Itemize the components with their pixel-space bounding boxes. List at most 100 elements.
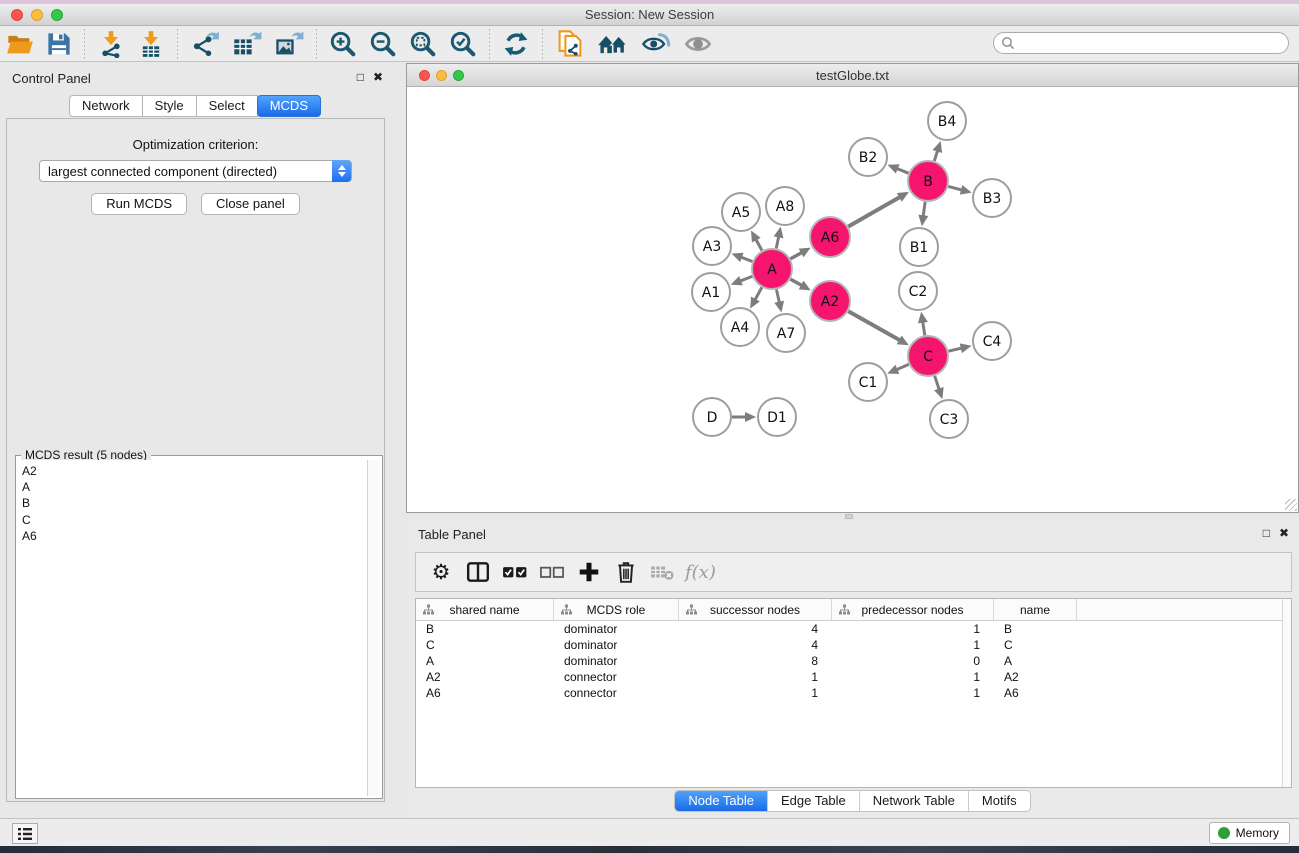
- table-cell[interactable]: dominator: [554, 621, 679, 637]
- graph-edge-A-A1[interactable]: [739, 276, 752, 281]
- zoom-selected-button[interactable]: [443, 28, 483, 60]
- window-resize-grip[interactable]: [1285, 499, 1297, 511]
- table-cell[interactable]: B: [994, 621, 1077, 637]
- graph-edge-A6-B[interactable]: [848, 196, 901, 226]
- export-image-button[interactable]: [268, 28, 310, 60]
- table-cell[interactable]: C: [416, 637, 554, 653]
- table-cell[interactable]: 1: [832, 669, 994, 685]
- memory-button[interactable]: Memory: [1209, 822, 1290, 844]
- open-session-button[interactable]: [0, 28, 40, 60]
- table-row[interactable]: Adominator80A: [416, 653, 1291, 669]
- graph-node-B[interactable]: B: [908, 161, 948, 201]
- show-tasks-button[interactable]: [12, 823, 38, 844]
- graph-node-A7[interactable]: A7: [767, 314, 805, 352]
- graph-node-A6[interactable]: A6: [810, 217, 850, 257]
- zoom-fit-button[interactable]: [403, 28, 443, 60]
- close-panel-icon[interactable]: ✖: [373, 70, 383, 84]
- graph-node-B1[interactable]: B1: [900, 228, 938, 266]
- table-cell[interactable]: A6: [416, 685, 554, 701]
- close-panel-button[interactable]: Close panel: [201, 193, 300, 215]
- result-list-item[interactable]: A2: [22, 463, 363, 479]
- tab-mcds[interactable]: MCDS: [257, 95, 321, 117]
- tab-network-table[interactable]: Network Table: [859, 791, 968, 811]
- delete-column-button[interactable]: [611, 557, 641, 587]
- table-cell[interactable]: 1: [832, 621, 994, 637]
- table-cell[interactable]: 1: [832, 637, 994, 653]
- column-header-shared-name[interactable]: shared name: [416, 599, 554, 620]
- graph-edge-B-B1[interactable]: [923, 202, 925, 217]
- graph-edge-C-C2[interactable]: [923, 321, 925, 336]
- close-panel-icon[interactable]: ✖: [1279, 526, 1289, 540]
- result-scrollbar[interactable]: [367, 460, 380, 796]
- result-list-item[interactable]: A: [22, 479, 363, 495]
- graph-edge-A-A5[interactable]: [755, 238, 762, 250]
- tab-style[interactable]: Style: [142, 95, 197, 117]
- result-list-item[interactable]: B: [22, 495, 363, 511]
- tab-node-table[interactable]: Node Table: [675, 791, 767, 811]
- graph-edge-C-C1[interactable]: [896, 364, 909, 370]
- column-header-predecessor-nodes[interactable]: predecessor nodes: [832, 599, 994, 620]
- mcds-result-list[interactable]: A2ABCA6: [18, 460, 367, 796]
- save-session-button[interactable]: [40, 28, 78, 60]
- run-mcds-button[interactable]: Run MCDS: [91, 193, 187, 215]
- graph-edge-A2-C[interactable]: [848, 311, 901, 341]
- tab-motifs[interactable]: Motifs: [968, 791, 1030, 811]
- table-cell[interactable]: dominator: [554, 637, 679, 653]
- graph-node-C1[interactable]: C1: [849, 363, 887, 401]
- table-cell[interactable]: B: [416, 621, 554, 637]
- graph-node-B2[interactable]: B2: [849, 138, 887, 176]
- graph-edge-C-C3[interactable]: [935, 376, 940, 391]
- table-cell[interactable]: A2: [994, 669, 1077, 685]
- graph-node-A[interactable]: A: [752, 249, 792, 289]
- graph-node-C3[interactable]: C3: [930, 400, 968, 438]
- table-cell[interactable]: 1: [832, 685, 994, 701]
- graph-node-A8[interactable]: A8: [766, 187, 804, 225]
- show-columns-button[interactable]: [463, 557, 493, 587]
- table-cell[interactable]: A: [416, 653, 554, 669]
- graph-node-A3[interactable]: A3: [693, 227, 731, 265]
- table-row[interactable]: Bdominator41B: [416, 621, 1291, 637]
- graph-node-A4[interactable]: A4: [721, 308, 759, 346]
- result-list-item[interactable]: C: [22, 512, 363, 528]
- refresh-button[interactable]: [496, 28, 536, 60]
- table-cell[interactable]: C: [994, 637, 1077, 653]
- graph-edge-A-A2[interactable]: [790, 279, 802, 286]
- home-button[interactable]: [591, 28, 635, 60]
- graph-node-A2[interactable]: A2: [810, 281, 850, 321]
- table-cell[interactable]: dominator: [554, 653, 679, 669]
- table-row[interactable]: Cdominator41C: [416, 637, 1291, 653]
- column-header-name[interactable]: name: [994, 599, 1077, 620]
- import-network-button[interactable]: [91, 28, 131, 60]
- table-cell[interactable]: 8: [679, 653, 832, 669]
- column-header-successor-nodes[interactable]: successor nodes: [679, 599, 832, 620]
- search-input[interactable]: [1015, 34, 1288, 52]
- table-cell[interactable]: A2: [416, 669, 554, 685]
- tab-network[interactable]: Network: [69, 95, 143, 117]
- table-settings-gear-icon[interactable]: ⚙: [426, 557, 456, 587]
- table-row[interactable]: A6connector11A6: [416, 685, 1291, 701]
- graph-node-D[interactable]: D: [693, 398, 731, 436]
- select-stepper-icon[interactable]: [332, 160, 351, 182]
- import-table-button[interactable]: [131, 28, 171, 60]
- column-header-MCDS-role[interactable]: MCDS role: [554, 599, 679, 620]
- graph-node-C[interactable]: C: [908, 336, 948, 376]
- tab-select[interactable]: Select: [196, 95, 258, 117]
- network-canvas[interactable]: B4B2BB3A8A5A6A3B1AA1C2A2A4A7C4CC1C3DD1: [407, 87, 1298, 512]
- graph-node-D1[interactable]: D1: [758, 398, 796, 436]
- table-cell[interactable]: 1: [679, 685, 832, 701]
- graph-node-B4[interactable]: B4: [928, 102, 966, 140]
- table-cell[interactable]: connector: [554, 685, 679, 701]
- export-network-button[interactable]: [184, 28, 226, 60]
- splitter-handle[interactable]: [845, 514, 853, 519]
- criterion-select[interactable]: largest connected component (directed): [39, 160, 352, 182]
- search-field[interactable]: [993, 32, 1289, 54]
- hide-graphics-details-button[interactable]: [677, 28, 719, 60]
- table-cell[interactable]: 1: [679, 669, 832, 685]
- graph-node-B3[interactable]: B3: [973, 179, 1011, 217]
- zoom-out-button[interactable]: [363, 28, 403, 60]
- result-list-item[interactable]: A6: [22, 528, 363, 544]
- table-row[interactable]: A2connector11A2: [416, 669, 1291, 685]
- show-graphics-details-button[interactable]: [635, 28, 677, 60]
- table-cell[interactable]: A: [994, 653, 1077, 669]
- float-panel-icon[interactable]: □: [1263, 526, 1270, 540]
